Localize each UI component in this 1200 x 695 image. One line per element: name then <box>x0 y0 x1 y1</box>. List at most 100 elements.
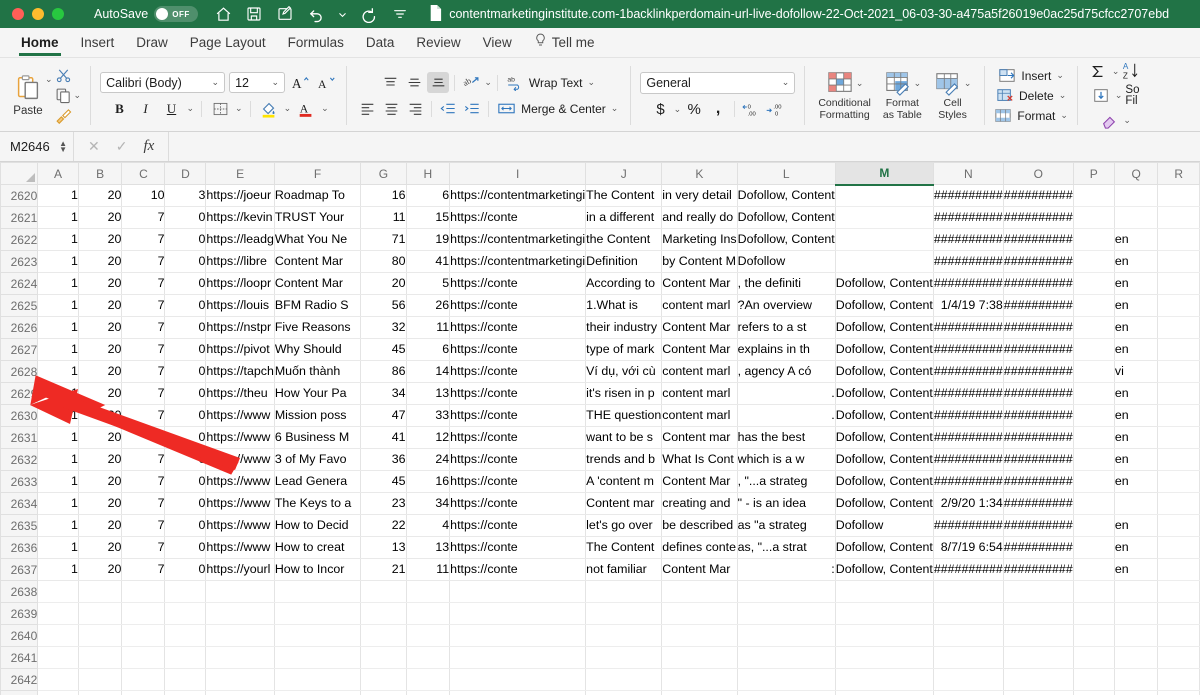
table-row[interactable]: 2626 1 20 7 0 https://nstpr Five Reasons 32 11 ht… <box>0 316 1200 339</box>
cell-Q2639[interactable] <box>1114 602 1159 625</box>
cell-R2637[interactable] <box>1157 558 1200 581</box>
cell-L2626[interactable]: refers to a st <box>737 316 836 339</box>
table-row[interactable]: 2621 1 20 7 0 https://kevin TRUST Your 11 15 htt… <box>0 206 1200 229</box>
cell-O2643[interactable] <box>1003 690 1074 695</box>
cell-A2642[interactable] <box>37 668 79 691</box>
cell-O2637[interactable]: ########## <box>1003 558 1074 581</box>
close-window-button[interactable] <box>12 8 24 20</box>
tab-draw[interactable]: Draw <box>125 31 179 55</box>
format-painter-button[interactable] <box>55 107 82 124</box>
cell-H2626[interactable]: 11 <box>406 316 451 339</box>
align-middle-button[interactable] <box>403 72 425 93</box>
cell-D2632[interactable]: 0 <box>164 448 207 471</box>
autosave-control[interactable]: AutoSave OFF <box>94 6 199 22</box>
ribbon-group-font[interactable]: Calibri (Body) ⌄ 12 ⌄ A A B I U ⌄ ⌄ ⌄ A … <box>93 60 344 131</box>
cell-M2626[interactable]: Dofollow, Content <box>835 316 934 339</box>
cell-E2630[interactable]: https://www <box>205 404 275 427</box>
cell-C2634[interactable]: 7 <box>121 492 166 515</box>
cell-M2643[interactable] <box>835 690 934 695</box>
cell-H2630[interactable]: 33 <box>406 404 451 427</box>
cell-Q2630[interactable]: en <box>1114 404 1159 427</box>
cell-L2639[interactable] <box>737 602 836 625</box>
tab-insert[interactable]: Insert <box>70 31 126 55</box>
cell-G2640[interactable] <box>360 624 407 647</box>
autosave-toggle[interactable]: OFF <box>154 6 199 22</box>
cell-K2639[interactable] <box>661 602 738 625</box>
cell-Q2631[interactable]: en <box>1114 426 1159 449</box>
cell-J2640[interactable] <box>585 624 663 647</box>
row-header-2630[interactable]: 2630 <box>0 404 39 427</box>
font-color-dropdown-chevron-icon[interactable]: ⌄ <box>321 103 329 114</box>
cell-P2629[interactable] <box>1073 382 1115 405</box>
cell-P2621[interactable] <box>1073 206 1115 229</box>
table-row[interactable]: 2643 <box>0 690 1200 695</box>
cell-P2625[interactable] <box>1073 294 1115 317</box>
cell-H2622[interactable]: 19 <box>406 228 451 251</box>
cell-G2636[interactable]: 13 <box>360 536 407 559</box>
cell-Q2624[interactable]: en <box>1114 272 1159 295</box>
cell-R2620[interactable] <box>1157 184 1200 207</box>
cell-Q2636[interactable]: en <box>1114 536 1159 559</box>
merge-center-chevron-icon[interactable]: ⌄ <box>611 103 619 114</box>
cell-P2637[interactable] <box>1073 558 1115 581</box>
cell-H2623[interactable]: 41 <box>406 250 451 273</box>
row-header-2632[interactable]: 2632 <box>0 448 39 471</box>
copy-dropdown-chevron-icon[interactable]: ⌄ <box>74 90 82 101</box>
cell-E2641[interactable] <box>205 646 275 669</box>
cell-M2636[interactable]: Dofollow, Content <box>835 536 934 559</box>
table-row[interactable]: 2634 1 20 7 0 https://www The Keys to a 23 34 htt… <box>0 492 1200 515</box>
cell-E2635[interactable]: https://www <box>205 514 275 537</box>
column-header-d[interactable]: D <box>164 162 207 185</box>
cell-O2639[interactable] <box>1003 602 1074 625</box>
cell-L2638[interactable] <box>737 580 836 603</box>
cell-E2638[interactable] <box>205 580 275 603</box>
row-header-2626[interactable]: 2626 <box>0 316 39 339</box>
cell-H2634[interactable]: 34 <box>406 492 451 515</box>
cell-F2621[interactable]: TRUST Your <box>274 206 362 229</box>
percent-format-button[interactable]: % <box>683 99 705 120</box>
cell-O2626[interactable]: ########## <box>1003 316 1074 339</box>
italic-button[interactable]: I <box>135 98 157 119</box>
underline-dropdown-chevron-icon[interactable]: ⌄ <box>187 103 195 114</box>
cell-D2643[interactable] <box>164 690 207 695</box>
cell-H2628[interactable]: 14 <box>406 360 451 383</box>
table-row[interactable]: 2639 <box>0 602 1200 625</box>
cell-H2621[interactable]: 15 <box>406 206 451 229</box>
cell-L2636[interactable]: as, "...a strat <box>737 536 836 559</box>
cell-A2624[interactable]: 1 <box>37 272 79 295</box>
cell-B2632[interactable]: 20 <box>78 448 123 471</box>
cell-O2642[interactable] <box>1003 668 1074 691</box>
column-header-p[interactable]: P <box>1072 162 1115 185</box>
increase-indent-button[interactable] <box>461 98 483 119</box>
cell-I2621[interactable]: https://conte <box>449 206 587 229</box>
cell-O2631[interactable]: ########## <box>1003 426 1074 449</box>
cell-P2624[interactable] <box>1073 272 1115 295</box>
cell-O2622[interactable]: ########## <box>1003 228 1074 251</box>
cell-K2636[interactable]: defines conte <box>661 536 738 559</box>
cell-R2639[interactable] <box>1157 602 1200 625</box>
align-center-button[interactable] <box>380 98 402 119</box>
cell-K2637[interactable]: Content Mar <box>661 558 738 581</box>
cell-F2624[interactable]: Content Mar <box>274 272 362 295</box>
cell-A2643[interactable] <box>37 690 79 695</box>
cell-P2635[interactable] <box>1073 514 1115 537</box>
orientation-dropdown-chevron-icon[interactable]: ⌄ <box>484 77 492 88</box>
cell-O2629[interactable]: ########## <box>1003 382 1074 405</box>
fill-chevron-icon[interactable]: ⌄ <box>1115 90 1123 101</box>
cell-I2637[interactable]: https://conte <box>449 558 587 581</box>
cell-J2627[interactable]: type of mark <box>585 338 663 361</box>
grid-table[interactable]: ABCDEFGHIJKLMNOPQR 2620 1 20 10 3 https://joe… <box>0 162 1200 695</box>
cell-C2635[interactable]: 7 <box>121 514 166 537</box>
cell-G2642[interactable] <box>360 668 407 691</box>
cell-L2632[interactable]: which is a w <box>737 448 836 471</box>
cell-P2620[interactable] <box>1073 184 1115 207</box>
cell-N2628[interactable]: ########## <box>933 360 1004 383</box>
cell-L2634[interactable]: " - is an idea <box>737 492 836 515</box>
cell-H2636[interactable]: 13 <box>406 536 451 559</box>
cell-H2625[interactable]: 26 <box>406 294 451 317</box>
row-header-2629[interactable]: 2629 <box>0 382 39 405</box>
cell-N2638[interactable] <box>933 580 1004 603</box>
cell-H2631[interactable]: 12 <box>406 426 451 449</box>
cell-O2636[interactable]: ########## <box>1003 536 1074 559</box>
cell-K2625[interactable]: content marl <box>661 294 738 317</box>
